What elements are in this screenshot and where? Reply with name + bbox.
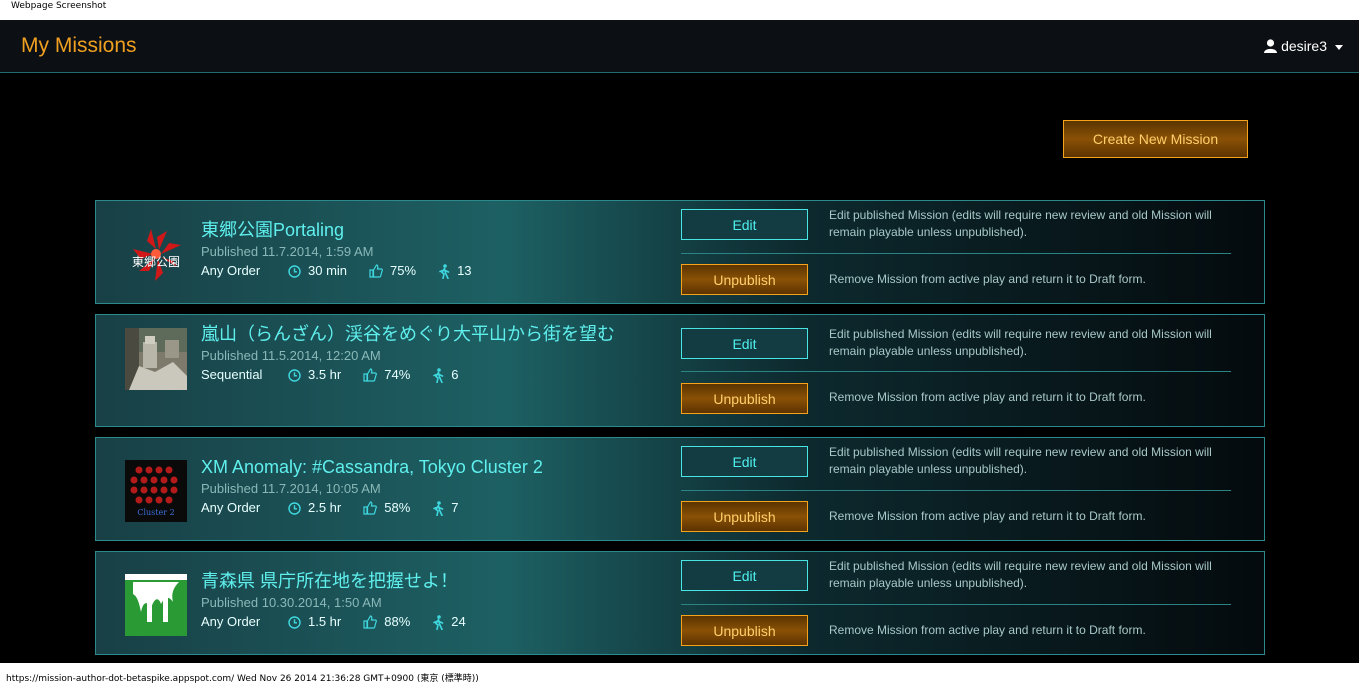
mission-published: Published 11.7.2014, 1:59 AM: [201, 244, 374, 259]
mission-time: 2.5 hr: [308, 500, 342, 515]
unpublish-description: Remove Mission from active play and retu…: [829, 390, 1146, 404]
thumbs-up-icon: [369, 264, 383, 278]
mission-time: 1.5 hr: [308, 614, 342, 629]
screenshot-label: Webpage Screenshot: [11, 1, 107, 11]
mission-title[interactable]: 嵐山（らんざん）渓谷をめぐり大平山から街を望む: [201, 321, 664, 347]
mission-stats: Any Order 2.5 hr 58% 7: [201, 498, 664, 518]
mission-title[interactable]: 青森県 県庁所在地を把握せよ！: [201, 568, 664, 594]
mission-card: 嵐山（らんざん）渓谷をめぐり大平山から街を望む Published 11.5.2…: [95, 314, 1265, 427]
edit-description: Edit published Mission (edits will requi…: [829, 327, 1212, 358]
mission-stats: Sequential 3.5 hr 74% 6: [201, 365, 664, 385]
mission-published: Published 11.7.2014, 10:05 AM: [201, 481, 381, 496]
mission-published: Published 10.30.2014, 1:50 AM: [201, 595, 382, 610]
thumbnail-caption: Cluster 2: [137, 508, 174, 517]
edit-description: Edit published Mission (edits will requi…: [829, 445, 1212, 476]
unpublish-description: Remove Mission from active play and retu…: [829, 272, 1146, 286]
clock-icon: [288, 615, 301, 629]
walker-icon: [433, 614, 444, 630]
thumbs-up-icon: [363, 501, 378, 515]
thumbnail-caption: 東郷公園: [132, 255, 180, 269]
mission-players: 24: [451, 614, 466, 629]
edit-button[interactable]: Edit: [681, 328, 808, 359]
mission-card: Cluster 2 XM Anomaly: #Cassandra, Tokyo …: [95, 437, 1265, 541]
mission-rating: 58%: [384, 500, 411, 515]
brand-title[interactable]: My Missions: [21, 34, 137, 58]
user-menu[interactable]: desire3: [1264, 38, 1343, 54]
mission-stats: Any Order 1.5 hr 88% 24: [201, 612, 664, 632]
mission-players: 13: [457, 263, 472, 278]
mission-thumbnail: [125, 574, 187, 636]
unpublish-button[interactable]: Unpublish: [681, 501, 808, 532]
mission-order: Any Order: [201, 614, 261, 629]
unpublish-button[interactable]: Unpublish: [681, 383, 808, 414]
edit-description: Edit published Mission (edits will requi…: [829, 208, 1212, 239]
username: desire3: [1281, 38, 1327, 54]
user-icon: [1264, 39, 1278, 53]
page: My Missions desire3 Create New Mission 東…: [0, 20, 1359, 663]
create-new-mission-button[interactable]: Create New Mission: [1063, 120, 1248, 158]
mission-time: 3.5 hr: [308, 367, 342, 382]
clock-icon: [288, 368, 301, 382]
mission-thumbnail: Cluster 2: [125, 460, 187, 522]
action-divider: [681, 371, 1231, 372]
mission-stats: Any Order 30 min 75% 13: [201, 261, 664, 281]
mission-players: 6: [451, 367, 459, 382]
action-divider: [681, 490, 1231, 491]
mission-order: Sequential: [201, 367, 263, 382]
clock-icon: [288, 501, 301, 515]
thumbs-up-icon: [363, 615, 378, 629]
walker-icon: [433, 367, 444, 383]
mission-players: 7: [451, 500, 459, 515]
unpublish-description: Remove Mission from active play and retu…: [829, 509, 1146, 523]
mission-rating: 75%: [390, 263, 417, 278]
mission-title[interactable]: 東郷公園Portaling: [201, 217, 664, 243]
action-divider: [681, 604, 1231, 605]
caret-down-icon: [1335, 44, 1343, 50]
edit-button[interactable]: Edit: [681, 560, 808, 591]
unpublish-description: Remove Mission from active play and retu…: [829, 623, 1146, 637]
clock-icon: [288, 264, 301, 278]
mission-thumbnail: 東郷公園: [125, 223, 187, 285]
mission-thumbnail: [125, 328, 187, 390]
navbar: My Missions desire3: [0, 20, 1359, 73]
mission-rating: 88%: [384, 614, 411, 629]
mission-order: Any Order: [201, 263, 261, 278]
edit-button[interactable]: Edit: [681, 446, 808, 477]
mission-order: Any Order: [201, 500, 261, 515]
walker-icon: [433, 500, 444, 516]
edit-button[interactable]: Edit: [681, 209, 808, 240]
mission-time: 30 min: [308, 263, 348, 278]
edit-description: Edit published Mission (edits will requi…: [829, 559, 1212, 590]
unpublish-button[interactable]: Unpublish: [681, 615, 808, 646]
mission-title[interactable]: XM Anomaly: #Cassandra, Tokyo Cluster 2: [201, 454, 664, 480]
walker-icon: [439, 263, 450, 279]
footer-url-timestamp: https://mission-author-dot-betaspike.app…: [6, 674, 479, 684]
action-divider: [681, 253, 1231, 254]
mission-rating: 74%: [384, 367, 411, 382]
mission-card: 東郷公園 東郷公園Portaling Published 11.7.2014, …: [95, 200, 1265, 304]
mission-card: 青森県 県庁所在地を把握せよ！ Published 10.30.2014, 1:…: [95, 551, 1265, 655]
thumbs-up-icon: [363, 368, 378, 382]
unpublish-button[interactable]: Unpublish: [681, 264, 808, 295]
mission-published: Published 11.5.2014, 12:20 AM: [201, 348, 381, 363]
